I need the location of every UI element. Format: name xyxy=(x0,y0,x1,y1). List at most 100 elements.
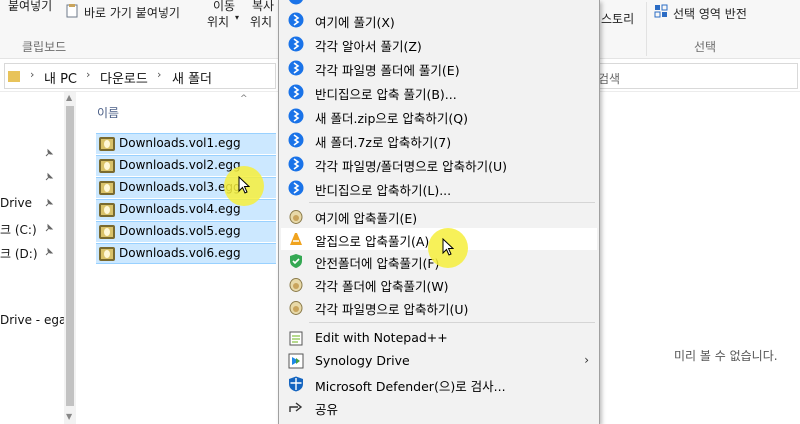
menu-separator xyxy=(309,322,595,323)
nav-item-disk-c[interactable]: 크 (C:) xyxy=(0,221,37,238)
menu-item-label: 여기에 압축풀기(E) xyxy=(315,211,418,226)
bandizip-icon xyxy=(288,108,304,124)
alzip-icon xyxy=(290,233,302,245)
file-name: Downloads.vol5.egg xyxy=(119,224,241,238)
menu-item-label: 안전폴더에 압축풀기(F) xyxy=(315,256,440,271)
menu-item-label: 공유 xyxy=(315,402,339,417)
menu-item-defender-scan[interactable]: Microsoft Defender(으)로 검사... xyxy=(281,373,597,395)
menu-item-extract-to-folders[interactable]: 각각 파일명 폴더에 풀기(E) xyxy=(281,57,597,79)
menu-item-notepad-plus-plus[interactable]: Edit with Notepad++ xyxy=(281,327,597,349)
file-row[interactable]: Downloads.vol1.egg xyxy=(96,133,276,154)
shield-icon xyxy=(290,254,302,268)
pin-icon xyxy=(45,172,54,181)
menu-item-synology-drive[interactable]: Synology Drive › xyxy=(281,350,597,372)
scroll-up-icon[interactable]: ▲ xyxy=(66,93,72,102)
file-name: Downloads.vol6.egg xyxy=(119,246,241,260)
breadcrumb-downloads[interactable]: 다운로드 xyxy=(100,68,148,87)
breadcrumb-this-pc[interactable]: 내 PC xyxy=(44,68,77,87)
menu-item-label: 반디집으로 압축 풀기(B)... xyxy=(315,87,457,102)
egg-archive-icon xyxy=(99,137,115,151)
breadcrumb-separator: › xyxy=(157,68,162,81)
egg-archive-icon xyxy=(99,247,115,261)
pin-icon xyxy=(45,148,54,157)
nav-scrollbar[interactable]: ▲ ▼ xyxy=(64,92,76,424)
move-to-location-label: 위치 xyxy=(207,15,230,29)
pin-icon xyxy=(45,198,54,207)
menu-item-label: Microsoft Defender(으)로 검사... xyxy=(315,379,506,394)
file-name: Downloads.vol1.egg xyxy=(119,136,241,150)
menu-item-label: 각각 파일명/폴더명으로 압축하기(U) xyxy=(315,159,508,174)
egg-archive-icon xyxy=(99,159,115,173)
mouse-cursor-highlight xyxy=(224,166,264,206)
pointer-icon xyxy=(238,176,250,194)
menu-item-label: 각각 파일명으로 압축하기(U) xyxy=(315,302,469,317)
menu-item-alzip-extract-here[interactable]: 여기에 압축풀기(E) xyxy=(281,205,597,227)
select-group-label: 선택 xyxy=(694,40,717,54)
folder-icon xyxy=(8,71,20,82)
bandizip-icon xyxy=(288,156,304,172)
chevron-right-icon: › xyxy=(584,353,589,367)
menu-item-compress-with-bandizip[interactable]: 반디집으로 압축하기(L)... xyxy=(281,177,597,199)
file-name: Downloads.vol2.egg xyxy=(119,158,241,172)
menu-item-label: 알집으로 압축풀기(A) xyxy=(315,234,430,249)
bandizip-icon xyxy=(288,132,304,148)
breadcrumb-separator: › xyxy=(86,68,91,81)
bandizip-icon xyxy=(288,36,304,52)
menu-item-alzip-each-folder[interactable]: 각각 폴더에 압축풀기(W) xyxy=(281,273,597,295)
menu-item-label: 각각 폴더에 압축풀기(W) xyxy=(315,279,449,294)
bandizip-icon xyxy=(288,12,304,28)
pointer-icon xyxy=(442,238,454,256)
file-name: Downloads.vol3.egg xyxy=(119,180,241,194)
copy-to-location-label: 위치 xyxy=(250,15,273,29)
invert-selection-icon xyxy=(654,4,668,18)
clipboard-group-label: 클립보드 xyxy=(22,40,67,54)
notepad-plus-plus-icon xyxy=(289,331,303,346)
file-row[interactable]: Downloads.vol5.egg xyxy=(96,221,276,242)
preview-pane-message: 미리 볼 수 없습니다. xyxy=(674,349,778,363)
menu-item-share[interactable]: 공유 xyxy=(281,396,597,418)
menu-item-cut-off xyxy=(281,0,597,8)
invert-selection-button[interactable]: 선택 영역 반전 xyxy=(673,5,747,22)
nav-item-drive[interactable]: Drive xyxy=(0,196,32,210)
history-button[interactable]: 스토리 xyxy=(601,10,634,27)
paste-button[interactable]: 붙여넣기 xyxy=(8,0,52,14)
column-header-name[interactable]: 이름 xyxy=(97,104,119,121)
menu-item-alzip-compress-each[interactable]: 각각 파일명으로 압축하기(U) xyxy=(281,296,597,318)
menu-item-compress-zip[interactable]: 새 폴더.zip으로 압축하기(Q) xyxy=(281,105,597,127)
menu-item-compress-each[interactable]: 각각 파일명/폴더명으로 압축하기(U) xyxy=(281,153,597,175)
egg-archive-icon xyxy=(99,181,115,195)
alzip-egg-icon xyxy=(289,210,303,224)
breadcrumb-new-folder[interactable]: 새 폴더 xyxy=(172,68,212,87)
bandizip-icon xyxy=(289,0,303,5)
paste-shortcut-button[interactable]: 바로 가기 붙여넣기 xyxy=(84,4,180,21)
defender-shield-icon xyxy=(289,376,303,392)
file-row[interactable]: Downloads.vol6.egg xyxy=(96,243,276,264)
egg-archive-icon xyxy=(99,203,115,217)
mouse-cursor-highlight xyxy=(428,228,468,268)
pin-icon xyxy=(45,223,54,232)
pin-icon xyxy=(45,247,54,256)
paste-shortcut-icon xyxy=(66,4,78,18)
menu-separator xyxy=(309,202,595,203)
alzip-egg-icon xyxy=(289,301,303,315)
bandizip-icon xyxy=(288,180,304,196)
move-to-button[interactable]: 이동 xyxy=(213,0,235,14)
bandizip-icon xyxy=(288,84,304,100)
menu-item-compress-7z[interactable]: 새 폴더.7z로 압축하기(7) xyxy=(281,129,597,151)
alzip-egg-icon xyxy=(289,278,303,292)
navigation-pane: Drive 크 (C:) 크 (D:) Drive - ega xyxy=(0,92,66,424)
sort-ascending-icon: ^ xyxy=(240,94,248,104)
search-input[interactable] xyxy=(596,63,798,89)
synology-drive-icon xyxy=(288,353,304,369)
egg-archive-icon xyxy=(99,225,115,239)
nav-item-drive-ega[interactable]: Drive - ega xyxy=(0,313,66,327)
scroll-thumb[interactable] xyxy=(66,106,74,406)
menu-item-smart-extract[interactable]: 각각 알아서 풀기(Z) xyxy=(281,33,597,55)
menu-item-extract-here[interactable]: 여기에 풀기(X) xyxy=(281,9,597,31)
menu-item-label: 각각 파일명 폴더에 풀기(E) xyxy=(315,63,460,78)
copy-to-button[interactable]: 복사 xyxy=(252,0,274,14)
scroll-down-icon[interactable]: ▼ xyxy=(66,412,72,421)
menu-item-label: 각각 알아서 풀기(Z) xyxy=(315,39,422,54)
nav-item-disk-d[interactable]: 크 (D:) xyxy=(0,245,38,262)
menu-item-extract-with-bandizip[interactable]: 반디집으로 압축 풀기(B)... xyxy=(281,81,597,103)
